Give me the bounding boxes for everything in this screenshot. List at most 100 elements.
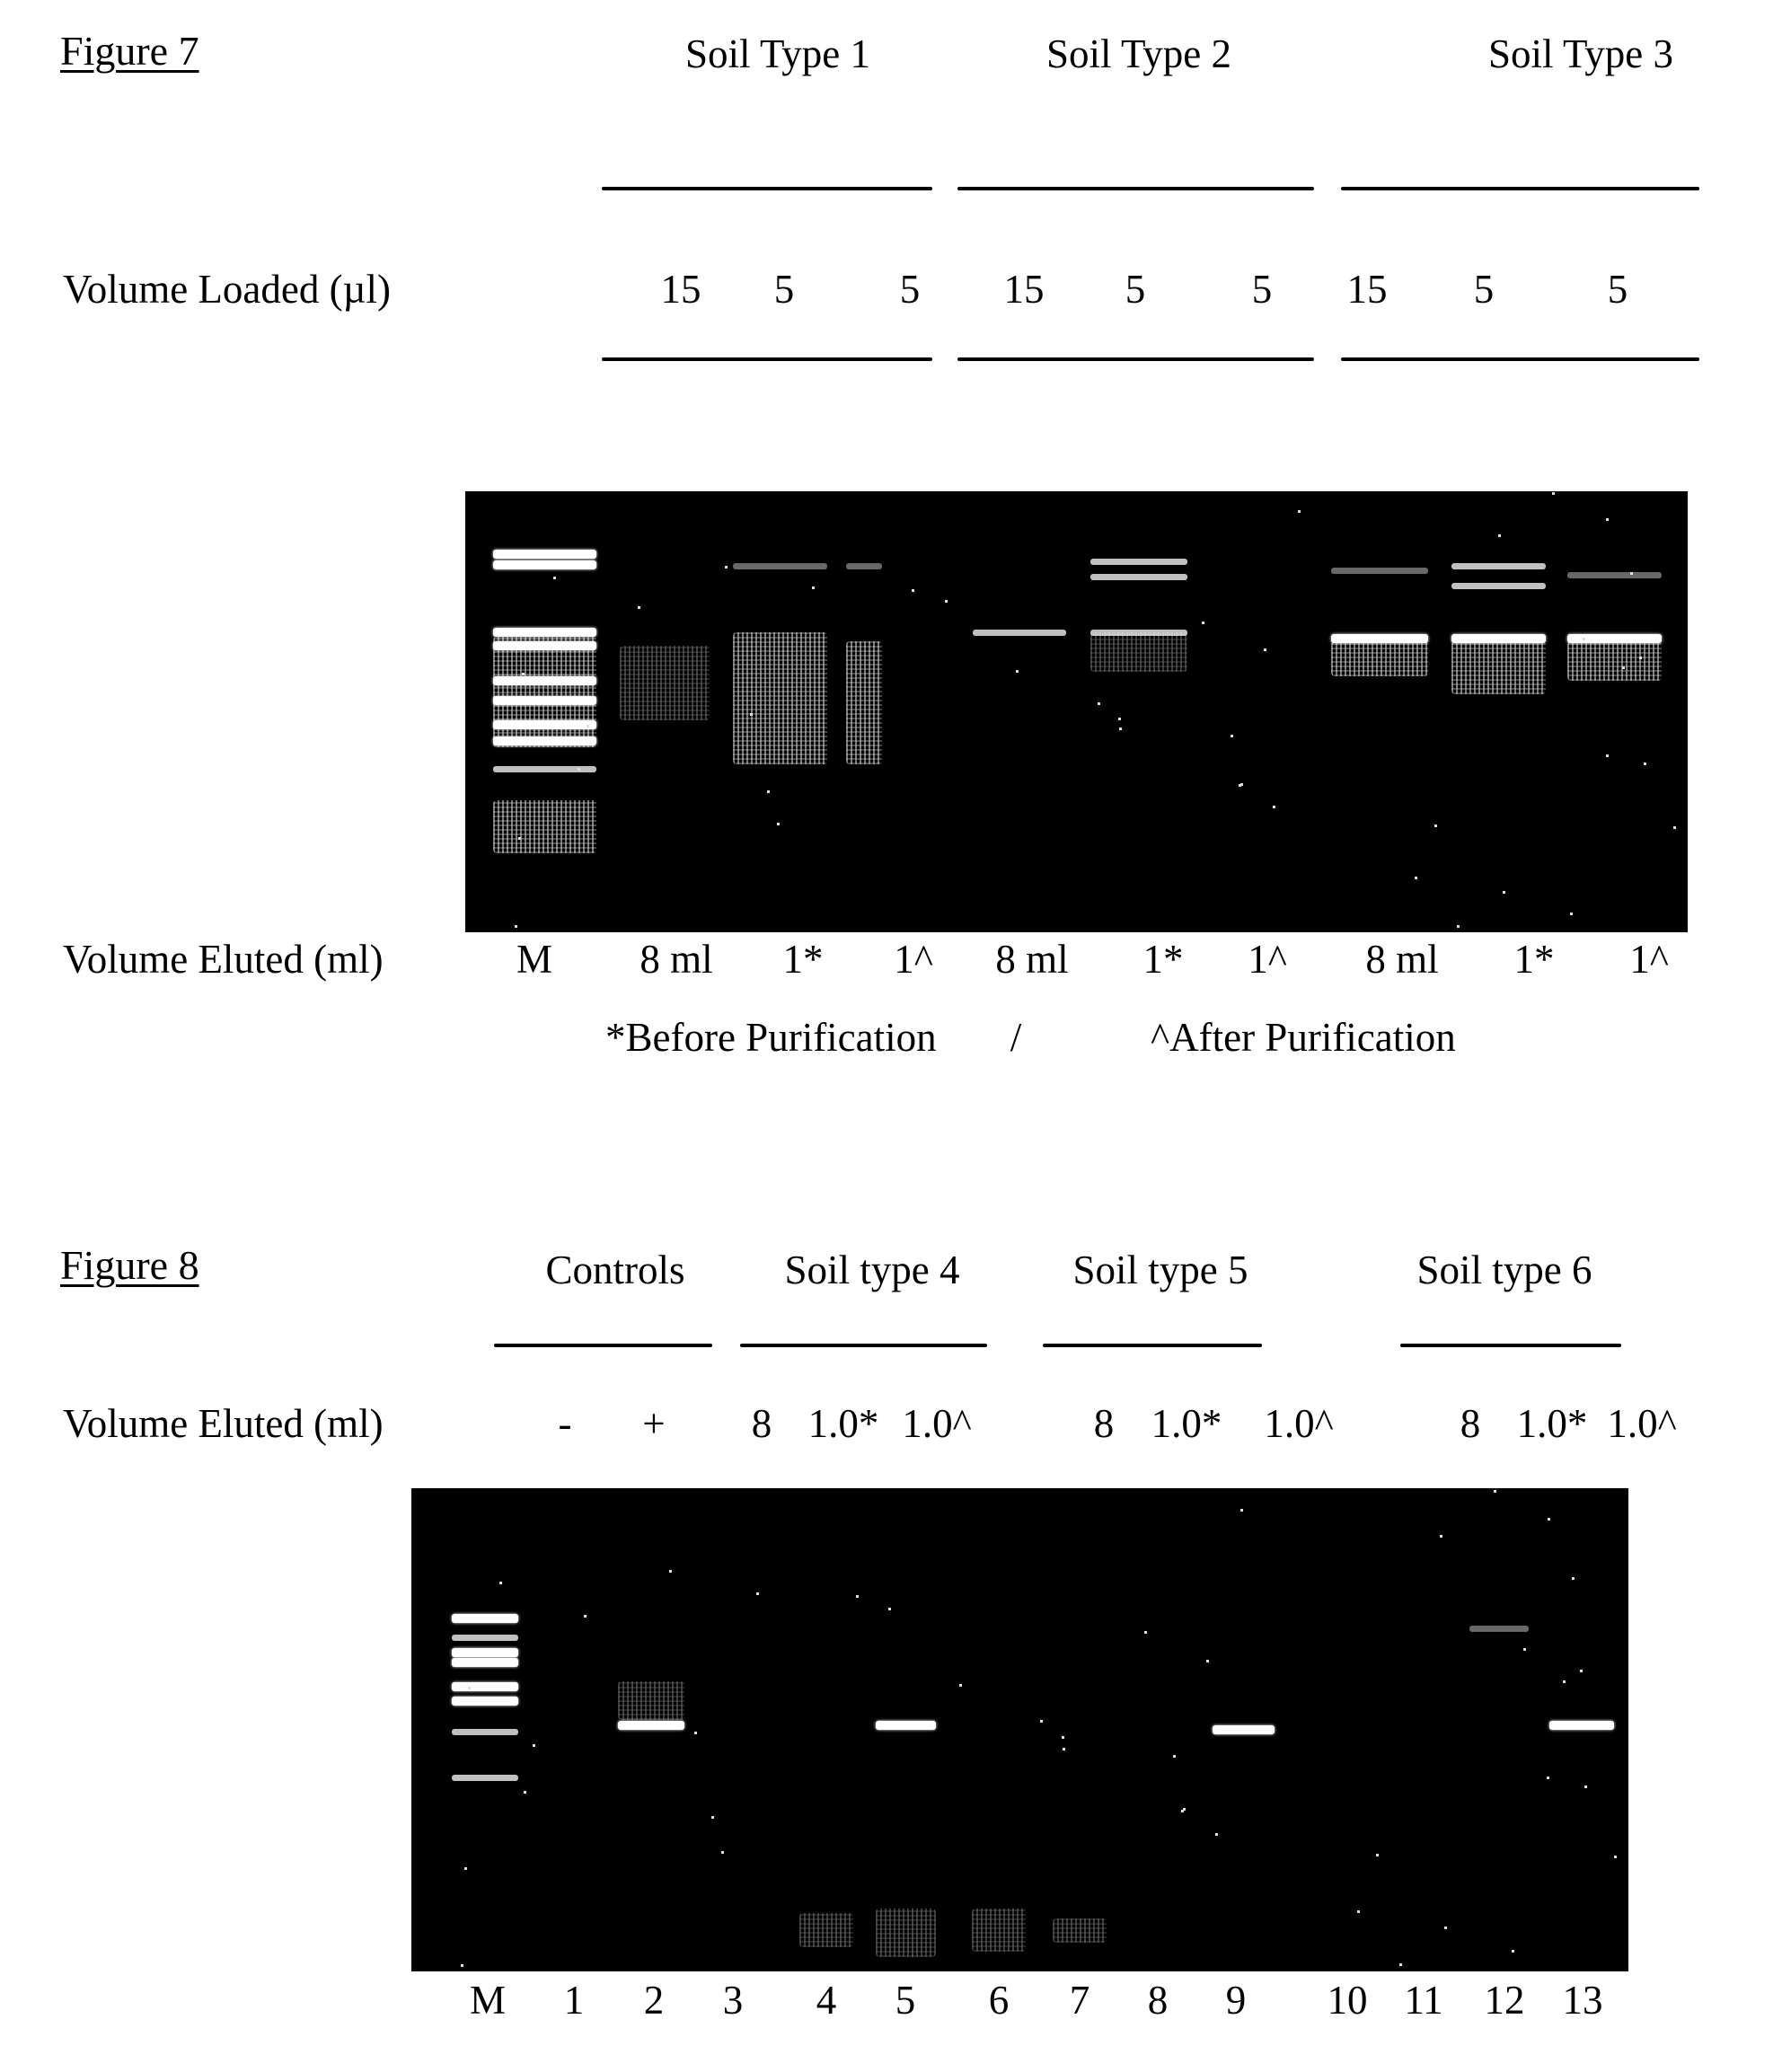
gel-noise-speck — [1644, 762, 1647, 765]
figure-7-group-header: Soil Type 1 — [684, 31, 871, 76]
lane-number: 12 — [1484, 1978, 1525, 2023]
gel-noise-speck — [766, 789, 770, 793]
gel-band — [492, 736, 596, 745]
gel-noise-speck — [912, 588, 915, 592]
gel-smear — [1090, 632, 1187, 673]
gel-noise-speck — [1144, 1630, 1148, 1634]
gel-band — [452, 1729, 518, 1736]
gel-band — [492, 628, 596, 638]
volume-loaded-value: 5 — [1125, 267, 1146, 312]
lane-number: 4 — [816, 1978, 837, 2023]
lane-number: 2 — [643, 1978, 665, 2023]
gel-noise-speck — [587, 725, 590, 728]
volume-eluted-value: 8 — [1093, 1401, 1115, 1446]
gel-band — [973, 629, 1066, 636]
gel-noise-speck — [1272, 806, 1275, 809]
gel-smear — [799, 1913, 853, 1948]
gel-noise-speck — [1582, 637, 1585, 640]
gel-noise-speck — [1493, 1489, 1496, 1493]
gel-noise-speck — [1439, 1535, 1442, 1539]
footnote-separator: / — [1010, 1015, 1022, 1060]
gel-noise-speck — [1621, 666, 1625, 670]
gel-noise-speck — [1579, 1669, 1583, 1672]
figure-8-group-header: Soil type 5 — [1072, 1248, 1248, 1292]
gel-noise-speck — [1497, 533, 1501, 537]
gel-noise-speck — [553, 576, 557, 579]
volume-eluted-value: 8 — [1460, 1401, 1481, 1446]
gel-band — [1566, 571, 1662, 578]
gel-noise-speck — [1239, 1508, 1243, 1512]
gel-band — [1090, 574, 1187, 581]
volume-loaded-value: 5 — [1473, 267, 1495, 312]
gel-noise-speck — [1638, 657, 1642, 660]
volume-loaded-value: 5 — [899, 267, 921, 312]
gel-noise-speck — [721, 1851, 725, 1855]
gel-smear — [1566, 640, 1662, 682]
gel-noise-speck — [498, 1581, 502, 1584]
gel-noise-speck — [1630, 572, 1634, 576]
group-rule — [494, 1344, 712, 1347]
gel-noise-speck — [1375, 1853, 1379, 1856]
gel-noise-speck — [1547, 1518, 1550, 1521]
gel-noise-speck — [1584, 1785, 1588, 1788]
group-rule — [602, 357, 932, 361]
lane-label: M — [516, 937, 553, 982]
gel-band — [1566, 634, 1662, 644]
gel-band — [452, 1635, 518, 1642]
lane-number: 9 — [1225, 1978, 1247, 2023]
volume-eluted-value: 1.0* — [1151, 1401, 1222, 1446]
gel-noise-speck — [1097, 702, 1100, 706]
gel-noise-speck — [694, 1732, 698, 1735]
gel-noise-speck — [811, 586, 815, 589]
gel-noise-speck — [583, 1614, 587, 1618]
gel-noise-speck — [1239, 784, 1242, 788]
figure-7-title: Figure 7 — [60, 28, 199, 74]
gel-noise-speck — [1523, 1648, 1527, 1652]
gel-noise-speck — [1206, 1660, 1210, 1663]
gel-noise-speck — [1214, 1832, 1218, 1836]
gel-noise-speck — [749, 713, 753, 717]
gel-noise-speck — [1264, 648, 1267, 651]
gel-noise-speck — [1570, 912, 1574, 915]
gel-noise-speck — [638, 606, 641, 610]
lane-number: M — [469, 1978, 507, 2023]
gel-band — [452, 1647, 518, 1657]
gel-band — [732, 562, 827, 569]
gel-noise-speck — [517, 837, 521, 841]
gel-band — [618, 1720, 684, 1730]
gel-noise-speck — [1062, 1735, 1065, 1739]
lane-label: 1* — [1513, 937, 1555, 982]
volume-eluted-value: 1.0* — [807, 1401, 879, 1446]
volume-eluted-value: + — [642, 1401, 666, 1446]
gel-noise-speck — [1547, 1776, 1550, 1779]
gel-noise-speck — [1502, 891, 1505, 895]
gel-band — [452, 1696, 518, 1706]
gel-smear — [875, 1909, 936, 1957]
volume-eluted-value: 1.0^ — [1607, 1401, 1677, 1446]
gel-noise-speck — [1040, 1719, 1044, 1723]
gel-smear — [846, 640, 882, 765]
volume-loaded-value: 5 — [1607, 267, 1628, 312]
gel-band — [492, 720, 596, 730]
gel-image-figure-7 — [465, 491, 1688, 932]
gel-noise-speck — [578, 768, 581, 771]
volume-eluted-label: Volume Eluted (ml) — [63, 1401, 384, 1446]
group-rule — [602, 187, 932, 190]
figure-8-group-header: Soil type 6 — [1416, 1248, 1592, 1292]
volume-eluted-value: 1.0^ — [1264, 1401, 1334, 1446]
gel-band — [452, 1775, 518, 1782]
gel-noise-speck — [1415, 876, 1418, 879]
lane-number: 3 — [722, 1978, 744, 2023]
gel-noise-speck — [1614, 1855, 1618, 1858]
gel-noise-speck — [1563, 1680, 1566, 1683]
volume-loaded-label: Volume Loaded (µl) — [63, 267, 392, 312]
group-rule — [740, 1344, 987, 1347]
lane-number: 11 — [1404, 1978, 1443, 2023]
gel-noise-speck — [1062, 1747, 1065, 1750]
gel-noise-speck — [1511, 1949, 1514, 1953]
gel-band — [1212, 1725, 1275, 1734]
gel-noise-speck — [944, 599, 948, 603]
lane-label: 8 ml — [995, 937, 1069, 982]
lane-label: 1^ — [1248, 937, 1287, 982]
gel-band — [846, 562, 882, 569]
